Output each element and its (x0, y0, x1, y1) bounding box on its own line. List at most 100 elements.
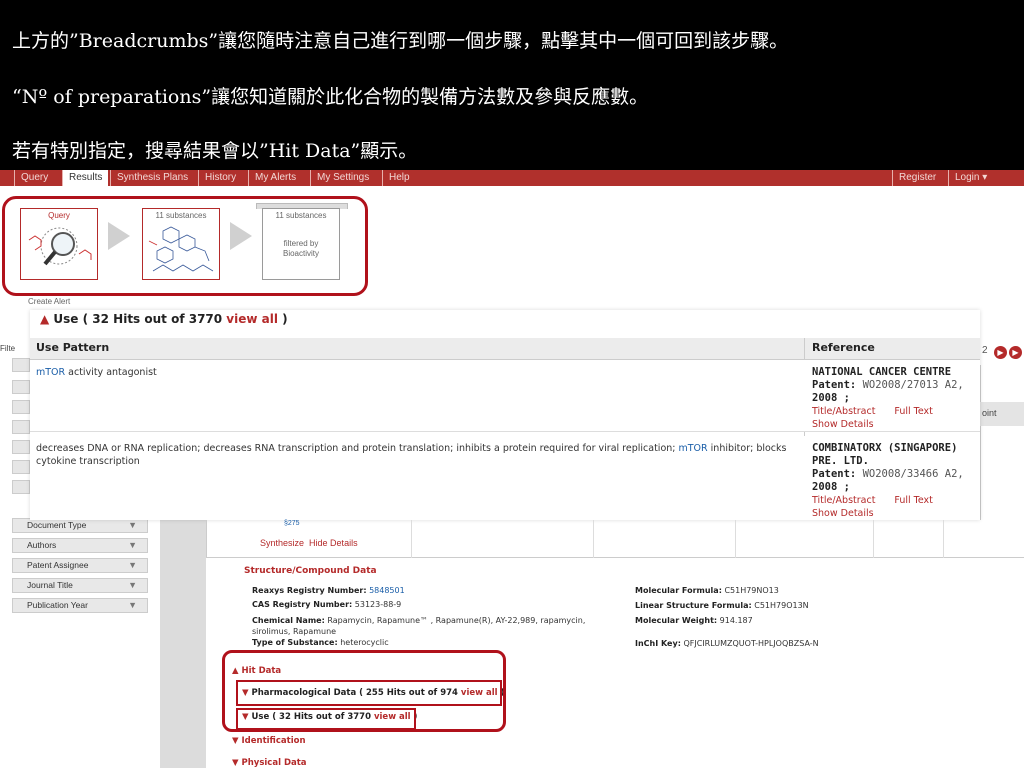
breadcrumb-substances[interactable]: 11 substances (142, 208, 220, 280)
expand-chevron-icon: ▼ (128, 560, 137, 570)
use-panel-title[interactable]: ▲ Use ( 32 Hits out of 3770 view all ) (40, 312, 288, 326)
nav-register[interactable]: Register (892, 170, 942, 186)
use-popup-panel: ▲ Use ( 32 Hits out of 3770 view all ) U… (30, 310, 980, 520)
reference-cell: COMBINATORX (SINGAPORE) PRE. LTD. Patent… (812, 442, 980, 520)
nav-my-settings[interactable]: My Settings (310, 170, 375, 186)
nav-query[interactable]: Query (14, 170, 54, 186)
annotation-banner: 上方的”Breadcrumbs”讓您隨時注意自己進行到哪一個步驟，點擊其中一個可… (0, 0, 1024, 176)
facet-patent-assignee[interactable]: Patent Assignee ▼ (12, 558, 148, 573)
field-label: Molecular Weight: (635, 616, 718, 625)
prev-page-icon[interactable]: ▶ (994, 346, 1007, 359)
table-row: mTOR activity antagonist NATIONAL CANCER… (30, 360, 980, 432)
field-value: Rapamycin, Rapamune™ , Rapamune(R), AY-2… (327, 616, 586, 625)
field-value: QFJCIRLUMZQUOT-HPLJOQBZSA-N (683, 639, 819, 648)
hide-details-link[interactable]: Hide Details (309, 538, 358, 548)
patent-year: 2008 ; (812, 481, 850, 493)
facet-document-type[interactable]: Document Type ▼ (12, 518, 148, 533)
nav-my-alerts[interactable]: My Alerts (248, 170, 302, 186)
filter-stub[interactable] (12, 480, 30, 494)
filter-stub[interactable] (12, 400, 30, 414)
use-pattern-cell: mTOR activity antagonist (36, 366, 796, 379)
next-page-icon[interactable]: ▶ (1009, 346, 1022, 359)
type-of-substance-field: Type of Substance: heterocyclic (252, 638, 389, 647)
breadcrumb-query[interactable]: Query (20, 208, 98, 280)
column-header-fragment: oint (980, 402, 1024, 426)
expand-chevron-icon: ▼ (128, 520, 137, 530)
expand-icon: ▼ (232, 758, 239, 768)
linear-formula-field: Linear Structure Formula: C51H79O13N (635, 601, 809, 610)
view-all-link[interactable]: view all (226, 312, 278, 326)
physical-data-row[interactable]: ▼ Physical Data (232, 758, 307, 768)
filter-stub[interactable] (12, 358, 30, 372)
facet-label: Authors (27, 540, 57, 550)
column-divider (980, 365, 981, 520)
annotation-line-2: “Nº of preparations”讓您知道關於此化合物的製備方法數及參與反… (12, 86, 649, 108)
field-label: Chemical Name: (252, 616, 325, 625)
field-value: heterocyclic (340, 638, 389, 647)
identification-row[interactable]: ▼ Identification (232, 736, 306, 746)
col-reference: Reference (812, 341, 875, 354)
pattern-text: decreases DNA or RNA replication; decrea… (36, 443, 679, 454)
field-label: CAS Registry Number: (252, 600, 353, 609)
filter-stub[interactable] (12, 460, 30, 474)
breadcrumb-substances-label: 11 substances (155, 211, 207, 220)
nav-synthesis-plans[interactable]: Synthesis Plans (110, 170, 194, 186)
facet-authors[interactable]: Authors ▼ (12, 538, 148, 553)
nav-login[interactable]: Login ▾ (948, 170, 993, 186)
field-label: Type of Substance: (252, 638, 338, 647)
column-divider (873, 520, 874, 558)
table-row: decreases DNA or RNA replication; decrea… (30, 436, 980, 520)
result-actions: Synthesize Hide Details (260, 538, 358, 548)
mtor-link[interactable]: mTOR (36, 367, 65, 378)
facet-label: Patent Assignee (27, 560, 89, 570)
expand-icon: ▼ (232, 736, 239, 746)
expand-chevron-icon: ▼ (128, 580, 137, 590)
field-value: 914.187 (719, 616, 753, 625)
mtor-link[interactable]: mTOR (679, 443, 708, 454)
facet-label: Document Type (27, 520, 87, 530)
breadcrumb-arrow-icon (108, 222, 130, 250)
nav-history[interactable]: History (198, 170, 242, 186)
reaxys-number-link[interactable]: 5848501 (369, 586, 405, 595)
chemical-name-field: Chemical Name: Rapamycin, Rapamune™ , Ra… (252, 616, 585, 625)
nav-results[interactable]: Results (62, 170, 109, 186)
filter-label: Filte (0, 344, 16, 353)
column-divider (735, 520, 736, 558)
physical-data-label: Physical Data (241, 758, 307, 768)
patent-value: WO2008/27013 A2, (862, 379, 964, 391)
top-nav-bar: Query Results Synthesis Plans History My… (0, 170, 1024, 186)
pager-page: 2 (982, 345, 988, 356)
breadcrumb-filtered[interactable]: 11 substances filtered by Bioactivity (262, 208, 340, 280)
use-table-header: Use Pattern Reference (30, 338, 980, 360)
molecular-weight-field: Molecular Weight: 914.187 (635, 616, 753, 625)
nav-help[interactable]: Help (382, 170, 416, 186)
show-details-link[interactable]: Show Details (812, 418, 980, 431)
patent-value: WO2008/33466 A2, (862, 468, 964, 480)
breadcrumb-filter-text: filtered by Bioactivity (263, 239, 339, 259)
facet-publication-year[interactable]: Publication Year ▼ (12, 598, 148, 613)
filter-stub[interactable] (12, 380, 30, 394)
synthesize-link[interactable]: Synthesize (260, 538, 304, 548)
full-text-link[interactable]: Full Text (894, 495, 932, 506)
show-details-link[interactable]: Show Details (812, 507, 980, 520)
column-divider (943, 520, 944, 558)
expand-chevron-icon: ▼ (128, 600, 137, 610)
use-title-text: Use ( 32 Hits out of 3770 (53, 312, 227, 326)
title-abstract-link[interactable]: Title/Abstract (812, 495, 875, 506)
breadcrumb-query-label: Query (48, 211, 70, 220)
filtered-by-text: filtered by (283, 239, 319, 248)
create-alert-link[interactable]: Create Alert (28, 297, 70, 306)
breadcrumb-filtered-label: 11 substances (275, 211, 327, 220)
field-label: InChI Key: (635, 639, 681, 648)
col-use-pattern: Use Pattern (36, 341, 110, 354)
title-abstract-link[interactable]: Title/Abstract (812, 406, 875, 417)
field-value: 53123-88-9 (354, 600, 402, 609)
filter-stub[interactable] (12, 440, 30, 454)
sidebar-divider (160, 520, 206, 768)
facet-journal-title[interactable]: Journal Title ▼ (12, 578, 148, 593)
breadcrumb-arrow-icon (230, 222, 252, 250)
reference-org: NATIONAL CANCER CENTRE (812, 366, 952, 378)
filter-stub[interactable] (12, 420, 30, 434)
price-text: §275 (284, 520, 300, 527)
full-text-link[interactable]: Full Text (894, 406, 932, 417)
